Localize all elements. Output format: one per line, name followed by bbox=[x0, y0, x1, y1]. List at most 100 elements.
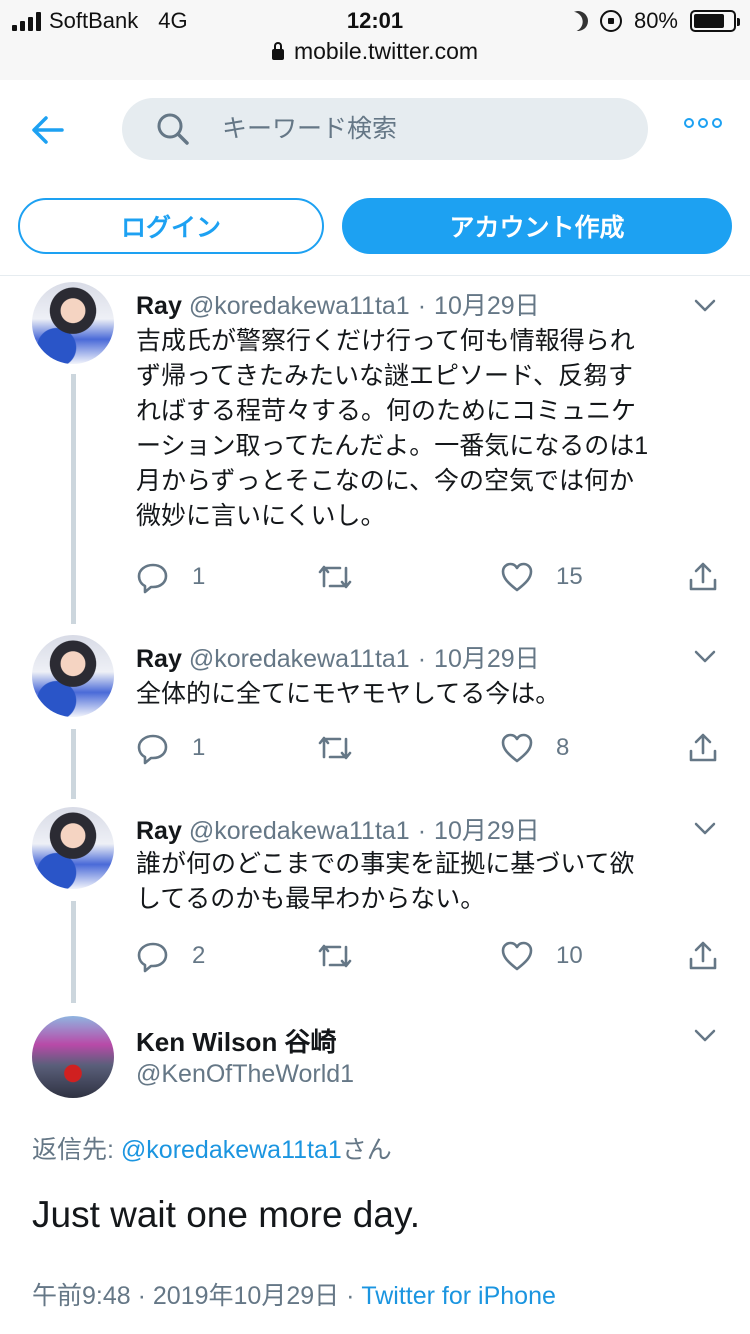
url-text: mobile.twitter.com bbox=[293, 38, 479, 64]
like-button[interactable]: 15 bbox=[500, 560, 583, 594]
tweet-text-line: 吉成氏が警察行くだけ行って何も情報得られ bbox=[136, 327, 635, 355]
tweet-actions: 1 15 bbox=[136, 560, 726, 600]
heart-icon bbox=[501, 562, 533, 592]
avatar[interactable] bbox=[32, 282, 114, 364]
tweet-text-line: ーション取ってたんだよ。一番気になるのは1 bbox=[136, 432, 649, 460]
address-bar[interactable]: mobile.twitter.com bbox=[0, 38, 750, 65]
battery-fill bbox=[694, 14, 725, 28]
thread-tweet[interactable]: Ray @koredakewa11ta1 · 10月29日 全体的に全てにモヤモヤし… bbox=[0, 635, 750, 799]
display-name[interactable]: Ray bbox=[136, 645, 182, 673]
chevron-down-icon[interactable] bbox=[692, 643, 718, 669]
chevron-down-icon[interactable] bbox=[692, 815, 718, 841]
battery-icon bbox=[690, 10, 740, 32]
tweet-text-line: ればする程苛々する。何のためにコミュニケ bbox=[136, 397, 637, 425]
tweet-text-line: 全体的に全てにモヤモヤしてる今は。 bbox=[136, 680, 561, 708]
tweet-text-line: してるのかも最早わからない。 bbox=[136, 885, 486, 913]
more-dot-icon bbox=[712, 118, 722, 128]
separator-dot: · bbox=[417, 817, 427, 845]
search-input[interactable] bbox=[222, 114, 622, 144]
avatar[interactable] bbox=[32, 807, 114, 889]
thread-tweet[interactable]: Ray @koredakewa11ta1 · 10月29日 誰が何のどこまでの事実を… bbox=[0, 807, 750, 1007]
user-handle[interactable]: @koredakewa11ta1 bbox=[189, 645, 410, 673]
like-count: 10 bbox=[556, 942, 583, 969]
reply-button[interactable]: 1 bbox=[136, 560, 205, 594]
reply-count: 2 bbox=[192, 942, 206, 969]
reply-icon bbox=[137, 942, 168, 973]
lock-icon bbox=[271, 42, 284, 60]
login-button[interactable]: ログイン bbox=[18, 198, 324, 254]
status-bar: SoftBank 4G 12:01 80% bbox=[0, 0, 750, 42]
user-handle[interactable]: @koredakewa11ta1 bbox=[189, 817, 410, 845]
retweet-icon bbox=[318, 565, 352, 589]
tweet-text: 吉成氏が警察行くだけ行って何も情報得られ ず帰ってきたみたいな謎エピソード、反芻… bbox=[136, 324, 722, 534]
chevron-down-icon[interactable] bbox=[692, 292, 718, 318]
retweet-button[interactable] bbox=[316, 560, 354, 594]
share-button[interactable] bbox=[686, 731, 720, 765]
tweet-actions: 1 8 bbox=[136, 731, 726, 771]
retweet-button[interactable] bbox=[316, 731, 354, 765]
tweet-header: Ray @koredakewa11ta1 · 10月29日 bbox=[136, 811, 540, 847]
tweet-text: 誰が何のどこまでの事実を証拠に基づいて欲 してるのかも最早わからない。 bbox=[136, 847, 722, 917]
more-options-button[interactable] bbox=[684, 118, 722, 128]
tweet-date[interactable]: 10月29日 bbox=[434, 292, 540, 320]
separator-dot: · bbox=[417, 292, 427, 320]
retweet-icon bbox=[318, 736, 352, 760]
heart-icon bbox=[501, 941, 533, 971]
orientation-lock-icon bbox=[599, 10, 622, 32]
tweet-source-link[interactable]: Twitter for iPhone bbox=[361, 1282, 556, 1310]
share-button[interactable] bbox=[686, 560, 720, 594]
tweet-date[interactable]: 10月29日 bbox=[434, 645, 540, 673]
battery-percent: 80% bbox=[633, 8, 678, 33]
tweet-header: Ray @koredakewa11ta1 · 10月29日 bbox=[136, 286, 540, 322]
retweet-icon bbox=[318, 944, 352, 968]
thread-connector-line bbox=[71, 374, 76, 624]
display-name[interactable]: Ken Wilson 谷崎 bbox=[136, 1022, 337, 1059]
back-arrow-icon bbox=[32, 116, 64, 144]
reply-suffix: さん bbox=[341, 1136, 392, 1164]
share-icon bbox=[689, 562, 717, 591]
chevron-down-icon[interactable] bbox=[692, 1022, 718, 1048]
top-chrome: SoftBank 4G 12:01 80% mobile.twitter.com bbox=[0, 0, 750, 80]
user-handle[interactable]: @KenOfTheWorld1 bbox=[136, 1060, 354, 1089]
tweet-text-line: ず帰ってきたみたいな謎エピソード、反芻す bbox=[136, 362, 634, 390]
back-button[interactable] bbox=[28, 110, 68, 150]
thread-tweet[interactable]: Ray @koredakewa11ta1 · 10月29日 吉成氏が警察行くだけ行っ… bbox=[0, 282, 750, 626]
search-icon bbox=[157, 113, 189, 145]
like-button[interactable]: 8 bbox=[500, 731, 569, 765]
reply-button[interactable]: 1 bbox=[136, 731, 205, 765]
signup-button[interactable]: アカウント作成 bbox=[342, 198, 732, 254]
reply-mention-link[interactable]: @koredakewa11ta1 bbox=[121, 1136, 342, 1164]
more-dot-icon bbox=[698, 118, 708, 128]
reply-prefix: 返信先: bbox=[32, 1136, 121, 1164]
tweet-text: 全体的に全てにモヤモヤしてる今は。 bbox=[136, 677, 722, 712]
reply-button[interactable]: 2 bbox=[136, 939, 205, 973]
reply-icon bbox=[137, 563, 168, 594]
avatar[interactable] bbox=[32, 635, 114, 717]
share-button[interactable] bbox=[686, 939, 720, 973]
tweet-date[interactable]: 10月29日 bbox=[434, 817, 540, 845]
more-dot-icon bbox=[684, 118, 694, 128]
reply-icon bbox=[137, 734, 168, 765]
status-right: 80% bbox=[568, 8, 740, 34]
separator-dot: · bbox=[417, 645, 427, 673]
header: ログイン アカウント作成 bbox=[0, 80, 750, 276]
tweet-metadata: 午前9:48 · 2019年10月29日 · Twitter for iPhon… bbox=[32, 1276, 556, 1312]
retweet-button[interactable] bbox=[316, 939, 354, 973]
search-box[interactable] bbox=[122, 98, 648, 160]
main-tweet: Ken Wilson 谷崎 @KenOfTheWorld1 返信先: @kore… bbox=[0, 1016, 750, 1334]
tweet-text-line: 微妙に言いにくいし。 bbox=[136, 502, 386, 530]
tweet-text-line: 月からずっとそこなのに、今の空気では何か bbox=[136, 467, 635, 495]
display-name[interactable]: Ray bbox=[136, 292, 182, 320]
tweet-text-line: 誰が何のどこまでの事実を証拠に基づいて欲 bbox=[136, 850, 635, 878]
separator-dot: · bbox=[130, 1282, 153, 1310]
user-handle[interactable]: @koredakewa11ta1 bbox=[189, 292, 410, 320]
thread-connector-line bbox=[71, 729, 76, 799]
tweet-text: Just wait one more day. bbox=[32, 1194, 420, 1235]
tweet-header: Ray @koredakewa11ta1 · 10月29日 bbox=[136, 639, 540, 675]
separator-dot: · bbox=[339, 1282, 362, 1310]
avatar[interactable] bbox=[32, 1016, 114, 1098]
display-name[interactable]: Ray bbox=[136, 817, 182, 845]
tweet-actions: 2 10 bbox=[136, 939, 726, 979]
reply-count: 1 bbox=[192, 734, 206, 761]
like-button[interactable]: 10 bbox=[500, 939, 583, 973]
